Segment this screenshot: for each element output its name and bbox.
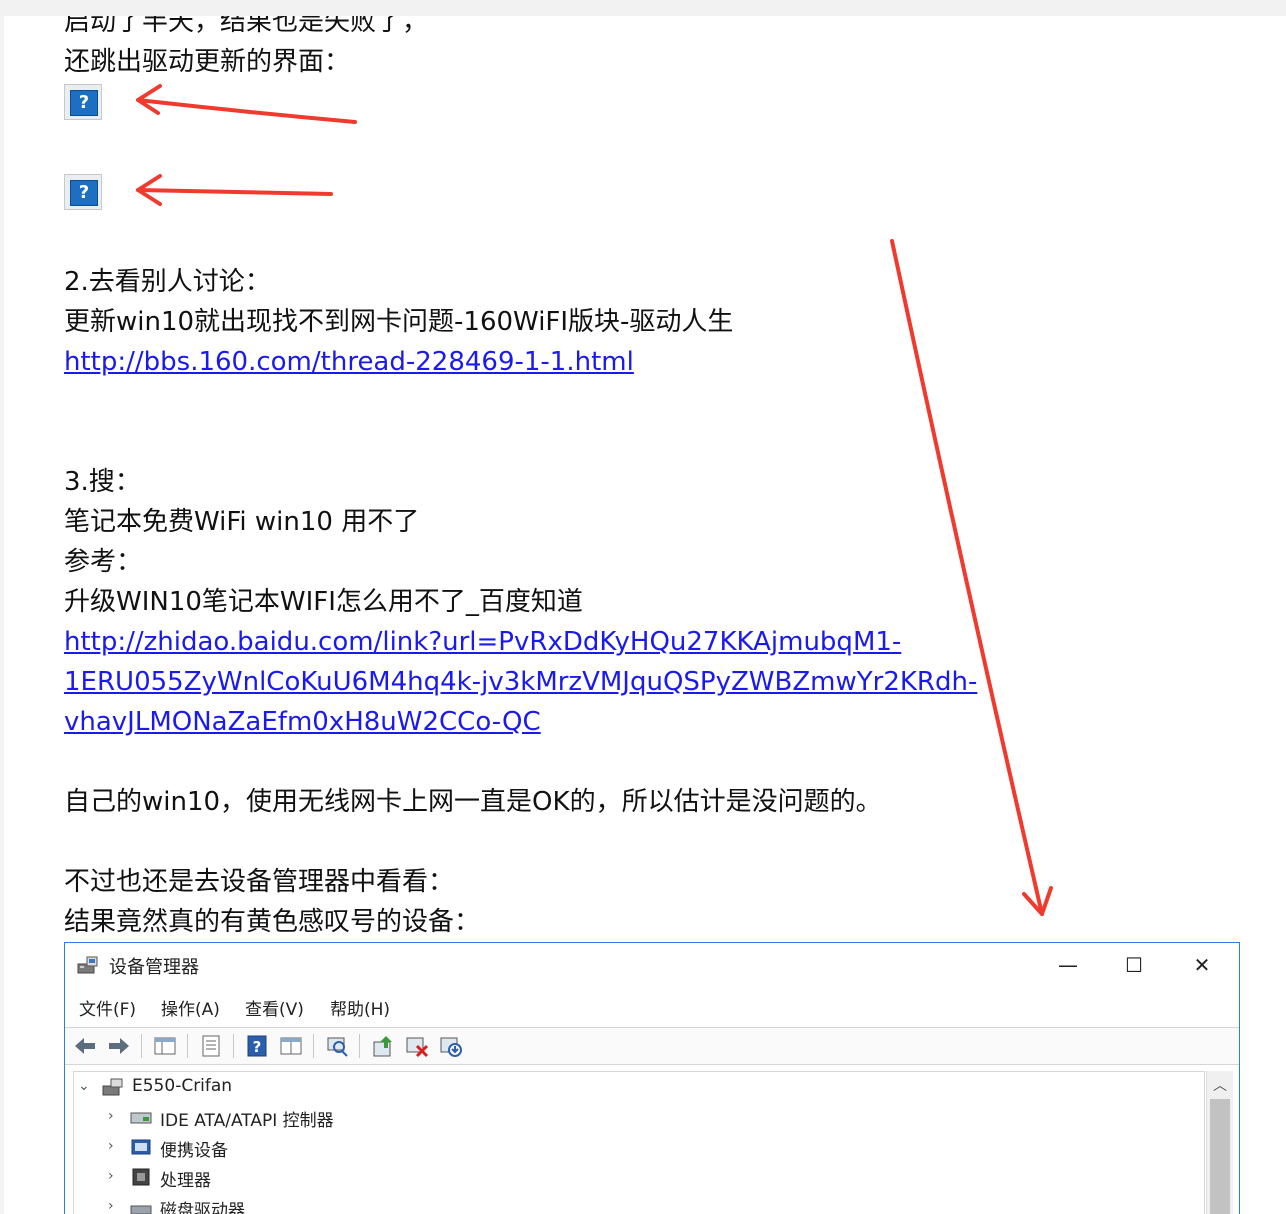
annotation-arrow-1 bbox=[136, 84, 357, 124]
article-page: 启动了半天，结果也是失败了， 还跳出驱动更新的界面： ? ? 2.去看别人讨论：… bbox=[4, 16, 1286, 1214]
annotation-arrow-3 bbox=[890, 239, 1053, 916]
annotation-overlay bbox=[136, 84, 1053, 916]
annotation-arrow-2 bbox=[136, 174, 333, 206]
